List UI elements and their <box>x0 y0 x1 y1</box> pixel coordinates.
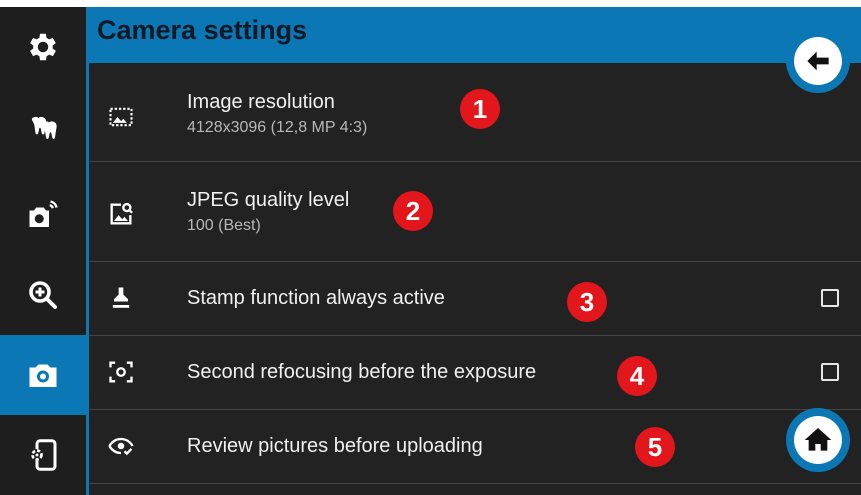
second-refocusing-checkbox[interactable] <box>821 363 839 381</box>
annotation-badge: 5 <box>635 427 675 467</box>
sidebar-item-zoom[interactable] <box>0 255 86 335</box>
home-button[interactable] <box>786 408 850 472</box>
gear-icon <box>30 33 56 61</box>
zoom-in-icon <box>29 281 57 309</box>
home-icon <box>804 428 832 451</box>
annotation-badge: 2 <box>393 191 433 231</box>
setting-second-refocusing[interactable]: Second refocusing before the exposure <box>89 336 861 410</box>
settings-panel: Camera settings Image resolution 4128x30… <box>86 7 861 495</box>
image-resolution-icon <box>107 103 135 131</box>
page-title: Camera settings <box>97 15 308 45</box>
focus-icon <box>107 358 135 386</box>
page-header: Camera settings <box>89 7 861 63</box>
sidebar-item-camera-wireless[interactable] <box>0 175 86 255</box>
stamp-function-checkbox[interactable] <box>821 289 839 307</box>
sidebar-item-device-settings[interactable] <box>0 415 86 495</box>
app-frame: Camera settings Image resolution 4128x30… <box>0 7 861 495</box>
setting-title: JPEG quality level <box>187 189 350 211</box>
setting-title: Stamp function always active <box>187 287 445 309</box>
back-arrow-icon <box>807 51 829 71</box>
setting-stamp-function[interactable]: Stamp function always active <box>89 262 861 336</box>
image-search-icon <box>107 200 135 228</box>
setting-jpeg-quality[interactable]: JPEG quality level 100 (Best) <box>89 162 861 262</box>
setting-review-pictures[interactable]: Review pictures before uploading <box>89 410 861 484</box>
setting-value: 4128x3096 (12,8 MP 4:3) <box>187 119 368 136</box>
back-button[interactable] <box>786 29 850 93</box>
teeth-icon <box>31 116 57 140</box>
annotation-badge: 4 <box>617 356 657 396</box>
camera-wireless-icon <box>29 200 58 227</box>
sidebar <box>0 7 86 495</box>
sidebar-item-teeth[interactable] <box>0 87 86 167</box>
annotation-badge: 1 <box>460 89 500 129</box>
setting-title: Review pictures before uploading <box>187 435 483 457</box>
stamp-icon <box>107 284 135 312</box>
device-settings-icon <box>31 439 57 471</box>
sidebar-item-camera[interactable] <box>0 335 86 415</box>
setting-value: 100 (Best) <box>187 217 261 234</box>
setting-title: Second refocusing before the exposure <box>187 361 537 383</box>
camera-icon <box>29 364 57 387</box>
setting-title: Image resolution <box>187 91 335 113</box>
eye-check-icon <box>107 432 135 460</box>
annotation-badge: 3 <box>567 282 607 322</box>
sidebar-item-settings[interactable] <box>0 7 86 87</box>
